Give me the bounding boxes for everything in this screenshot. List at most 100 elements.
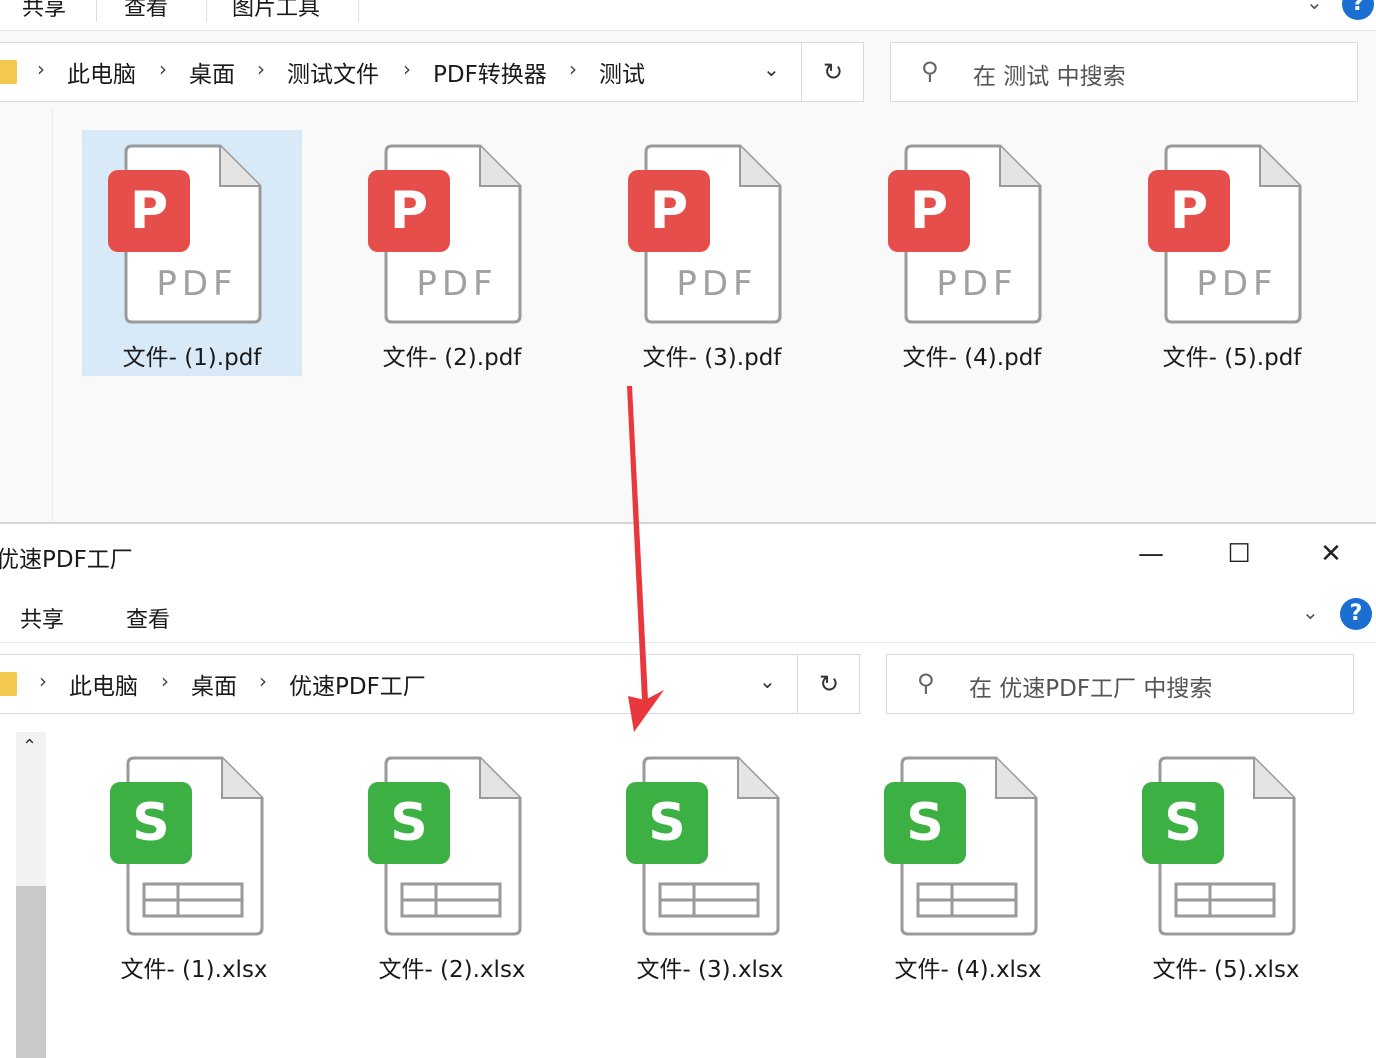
file-tile-xlsx-2[interactable]: S 文件- (2).xlsx bbox=[342, 742, 562, 988]
chevron-right-icon: › bbox=[161, 669, 169, 693]
chevron-right-icon: › bbox=[159, 57, 167, 81]
breadcrumb-test[interactable]: 测试 bbox=[599, 55, 645, 89]
file-name: 文件- (1).pdf bbox=[122, 345, 262, 371]
search-placeholder[interactable]: 在 测试 中搜索 bbox=[973, 57, 1126, 91]
ribbon-divider bbox=[206, 0, 207, 22]
help-icon[interactable]: ? bbox=[1342, 0, 1374, 20]
file-tile-xlsx-3[interactable]: S 文件- (3).xlsx bbox=[600, 742, 820, 988]
address-bar[interactable]: › 此电脑 › 桌面 › 测试文件 › PDF转换器 › 测试 ⌄ ↻ bbox=[0, 42, 864, 102]
close-button[interactable]: ✕ bbox=[1308, 534, 1354, 574]
pdf-badge: P bbox=[888, 170, 970, 252]
xlsx-badge: S bbox=[368, 782, 450, 864]
file-tile-pdf-4[interactable]: P PDF 文件- (4).pdf bbox=[862, 130, 1082, 376]
search-box[interactable]: ⚲ 在 测试 中搜索 bbox=[890, 42, 1358, 102]
address-bar[interactable]: › 此电脑 › 桌面 › 优速PDF工厂 ⌄ ↻ bbox=[0, 654, 860, 714]
folder-icon bbox=[0, 672, 17, 696]
window-title: 优速PDF工厂 bbox=[0, 547, 133, 573]
file-tile-pdf-3[interactable]: P PDF 文件- (3).pdf bbox=[602, 130, 822, 376]
xlsx-file-icon: S bbox=[368, 756, 522, 936]
pdf-file-icon: P PDF bbox=[1148, 144, 1302, 324]
file-tile-xlsx-1[interactable]: S 文件- (1).xlsx bbox=[84, 742, 304, 988]
file-name: 文件- (1).xlsx bbox=[120, 957, 268, 983]
pdf-badge: P bbox=[628, 170, 710, 252]
pdf-badge: P bbox=[108, 170, 190, 252]
xlsx-badge: S bbox=[1142, 782, 1224, 864]
file-name: 文件- (4).xlsx bbox=[894, 957, 1042, 983]
search-placeholder[interactable]: 在 优速PDF工厂 中搜索 bbox=[969, 669, 1212, 703]
ribbon-collapse-icon[interactable]: ⌄ bbox=[1302, 600, 1319, 624]
pdf-file-icon: P PDF bbox=[628, 144, 782, 324]
xlsx-file-icon: S bbox=[1142, 756, 1296, 936]
tab-view[interactable]: 查看 bbox=[126, 602, 170, 634]
chevron-right-icon: › bbox=[39, 669, 47, 693]
xlsx-file-icon: S bbox=[110, 756, 264, 936]
pdf-badge: P bbox=[368, 170, 450, 252]
tab-picture-tools[interactable]: 图片工具 bbox=[232, 0, 320, 22]
chevron-right-icon: › bbox=[403, 57, 411, 81]
xlsx-badge: S bbox=[884, 782, 966, 864]
scroll-thumb[interactable] bbox=[16, 886, 46, 1058]
pdf-file-icon: P PDF bbox=[888, 144, 1042, 324]
minimize-button[interactable]: — bbox=[1128, 534, 1174, 574]
breadcrumb-pdf-converter[interactable]: PDF转换器 bbox=[433, 55, 547, 89]
pdf-type-label: PDF bbox=[156, 264, 238, 304]
refresh-icon: ↻ bbox=[818, 670, 840, 698]
bottom-explorer-window: 优速PDF工厂 — ☐ ✕ 共享 查看 ⌄ ? › 此电脑 › 桌面 › 优速P… bbox=[0, 522, 1376, 1058]
file-tile-pdf-2[interactable]: P PDF 文件- (2).pdf bbox=[342, 130, 562, 376]
tab-share[interactable]: 共享 bbox=[20, 602, 64, 634]
pdf-type-label: PDF bbox=[1196, 264, 1278, 304]
breadcrumb-this-pc[interactable]: 此电脑 bbox=[69, 667, 138, 701]
file-tile-xlsx-5[interactable]: S 文件- (5).xlsx bbox=[1116, 742, 1336, 988]
pdf-badge: P bbox=[1148, 170, 1230, 252]
nav-pane-scrollbar[interactable]: ⌃ bbox=[16, 732, 46, 1058]
chevron-right-icon: › bbox=[37, 57, 45, 81]
search-icon: ⚲ bbox=[921, 57, 939, 85]
xlsx-badge: S bbox=[626, 782, 708, 864]
pdf-file-icon: P PDF bbox=[368, 144, 522, 324]
breadcrumb-this-pc[interactable]: 此电脑 bbox=[67, 55, 136, 89]
file-name: 文件- (3).xlsx bbox=[636, 957, 784, 983]
help-icon[interactable]: ? bbox=[1340, 598, 1372, 630]
ribbon-divider bbox=[358, 0, 359, 22]
breadcrumb-desktop[interactable]: 桌面 bbox=[191, 667, 237, 701]
xlsx-badge: S bbox=[110, 782, 192, 864]
breadcrumb-test-files[interactable]: 测试文件 bbox=[287, 55, 379, 89]
breadcrumb-desktop[interactable]: 桌面 bbox=[189, 55, 235, 89]
xlsx-file-icon: S bbox=[884, 756, 1038, 936]
ribbon-divider bbox=[96, 0, 97, 22]
ribbon-tabs: 共享 查看 图片工具 ⌄ ? bbox=[0, 0, 1376, 31]
pdf-type-label: PDF bbox=[416, 264, 498, 304]
breadcrumb-youshu-pdf[interactable]: 优速PDF工厂 bbox=[289, 667, 426, 701]
tab-share[interactable]: 共享 bbox=[22, 0, 66, 22]
refresh-button[interactable]: ↻ bbox=[801, 43, 864, 101]
search-icon: ⚲ bbox=[917, 669, 935, 697]
chevron-right-icon: › bbox=[569, 57, 577, 81]
file-name: 文件- (3).pdf bbox=[642, 345, 782, 371]
pane-divider bbox=[52, 108, 53, 522]
file-name: 文件- (2).xlsx bbox=[378, 957, 526, 983]
file-name: 文件- (2).pdf bbox=[382, 345, 522, 371]
file-tile-pdf-1-content[interactable]: P PDF 文件- (1).pdf bbox=[82, 130, 302, 376]
history-dropdown-icon[interactable]: ⌄ bbox=[759, 669, 776, 693]
maximize-button[interactable]: ☐ bbox=[1216, 534, 1262, 574]
chevron-right-icon: › bbox=[257, 57, 265, 81]
tab-view[interactable]: 查看 bbox=[124, 0, 168, 22]
refresh-button[interactable]: ↻ bbox=[797, 655, 860, 713]
file-name: 文件- (5).pdf bbox=[1162, 345, 1302, 371]
refresh-icon: ↻ bbox=[822, 58, 844, 86]
ribbon-divider bbox=[0, 642, 1376, 643]
file-name: 文件- (4).pdf bbox=[902, 345, 1042, 371]
file-tile-xlsx-4[interactable]: S 文件- (4).xlsx bbox=[858, 742, 1078, 988]
file-tile-pdf-5[interactable]: P PDF 文件- (5).pdf bbox=[1122, 130, 1342, 376]
top-explorer-window: 共享 查看 图片工具 ⌄ ? › 此电脑 › 桌面 › 测试文件 › PDF转换… bbox=[0, 0, 1376, 522]
pdf-file-icon: P PDF bbox=[108, 144, 262, 324]
folder-icon bbox=[0, 60, 17, 84]
ribbon-collapse-icon[interactable]: ⌄ bbox=[1306, 0, 1323, 14]
xlsx-file-icon: S bbox=[626, 756, 780, 936]
scroll-up-icon[interactable]: ⌃ bbox=[22, 736, 37, 757]
pdf-type-label: PDF bbox=[936, 264, 1018, 304]
search-box[interactable]: ⚲ 在 优速PDF工厂 中搜索 bbox=[886, 654, 1354, 714]
history-dropdown-icon[interactable]: ⌄ bbox=[763, 57, 780, 81]
chevron-right-icon: › bbox=[259, 669, 267, 693]
file-name: 文件- (5).xlsx bbox=[1152, 957, 1300, 983]
